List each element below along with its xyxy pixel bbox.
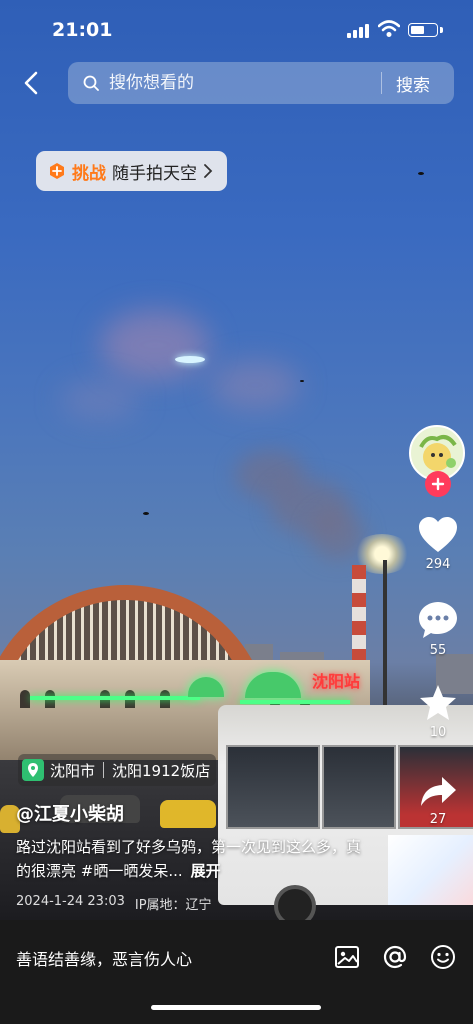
- location-place: 沈阳1912饭店: [112, 761, 211, 780]
- cloud: [60, 380, 140, 420]
- facade-light: [30, 696, 200, 700]
- flying-light: [175, 356, 205, 363]
- like-button[interactable]: 294: [412, 516, 464, 572]
- cloud: [100, 310, 210, 380]
- caption-text: 路过沈阳站看到了好多乌鸦，第一次见到这么多，真的很漂亮 #晒一晒发呆...: [16, 838, 362, 880]
- status-bar: 21:01: [0, 0, 473, 60]
- search-divider: [381, 72, 382, 94]
- favorite-button[interactable]: 10: [412, 684, 464, 740]
- post-caption: 路过沈阳站看到了好多乌鸦，第一次见到这么多，真的很漂亮 #晒一晒发呆... 展开: [16, 835, 366, 883]
- search-bar[interactable]: 搜索: [68, 62, 454, 104]
- challenge-title: 随手拍天空: [112, 163, 197, 184]
- challenge-tag: 挑战: [72, 163, 106, 184]
- post-meta: 2024-1-24 23:03 IP属地：辽宁: [16, 894, 212, 913]
- location-tag[interactable]: 沈阳市 沈阳1912饭店: [18, 754, 217, 786]
- bird: [418, 172, 424, 175]
- home-indicator: [151, 1005, 321, 1010]
- emoji-icon[interactable]: [430, 944, 456, 970]
- facade-light: [240, 700, 350, 704]
- back-button[interactable]: [16, 67, 46, 99]
- location-divider: [103, 762, 105, 778]
- search-icon: [83, 75, 99, 91]
- star-icon: [420, 685, 456, 720]
- bird: [300, 380, 304, 382]
- favorite-count: 10: [429, 725, 447, 740]
- car: [160, 800, 216, 828]
- battery-icon: [408, 23, 438, 37]
- heart-icon: [419, 517, 457, 552]
- wifi-icon: [378, 20, 400, 37]
- like-count: 294: [425, 557, 451, 572]
- author-name[interactable]: @江夏小柴胡: [16, 800, 124, 826]
- battery-level: [411, 26, 424, 34]
- post-datetime: 2024-1-24 23:03: [16, 894, 125, 909]
- follow-button[interactable]: [425, 471, 451, 497]
- station-neon-sign: 沈阳站: [312, 672, 361, 691]
- cloud: [210, 360, 300, 410]
- comment-icon: [419, 602, 457, 638]
- location-city: 沈阳市: [50, 761, 96, 780]
- street-lamp: [383, 560, 387, 710]
- comment-input[interactable]: 善语结善缘，恶言伤人心: [16, 946, 192, 970]
- search-button[interactable]: 搜索: [396, 71, 430, 96]
- cellular-signal-icon: [347, 24, 369, 38]
- battery-tip: [440, 27, 443, 33]
- share-arrow-icon: [421, 777, 456, 806]
- image-icon[interactable]: [334, 944, 360, 970]
- bus-ad: [388, 835, 473, 905]
- expand-link[interactable]: 展开: [191, 862, 221, 880]
- clock: 21:01: [52, 19, 113, 41]
- search-input[interactable]: [107, 72, 381, 94]
- chevron-right-icon: [204, 164, 213, 178]
- share-count: 27: [429, 812, 447, 827]
- chevron-left-icon: [24, 71, 38, 95]
- ip-location: IP属地：辽宁: [134, 898, 212, 913]
- challenge-icon: [50, 163, 64, 179]
- comment-count: 55: [429, 643, 447, 658]
- bird: [143, 512, 149, 515]
- map-pin-icon: [22, 759, 44, 781]
- share-button[interactable]: 27: [412, 775, 464, 827]
- challenge-pill[interactable]: 挑战 随手拍天空: [36, 151, 227, 191]
- comment-button[interactable]: 55: [412, 600, 464, 658]
- plus-icon: [431, 477, 445, 491]
- mention-icon[interactable]: [382, 944, 408, 970]
